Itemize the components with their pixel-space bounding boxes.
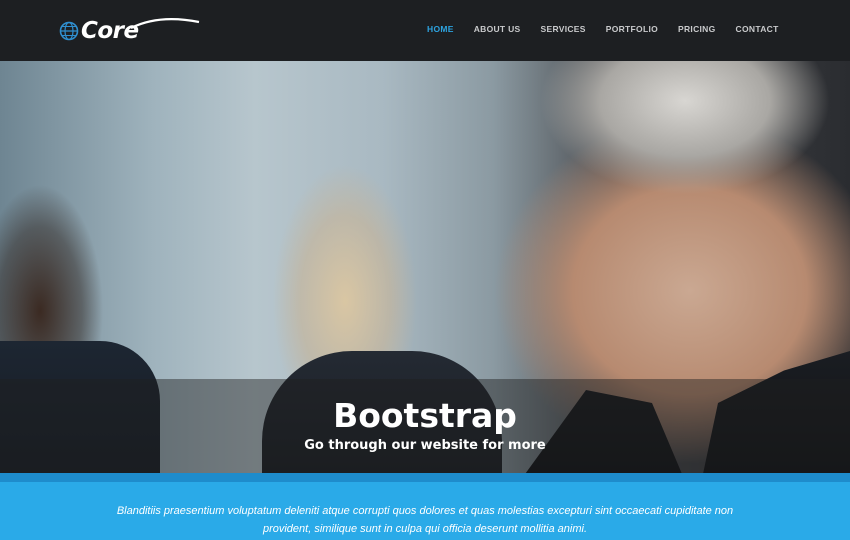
hero-title: Bootstrap [333,396,517,435]
hero-subtitle: Go through our website for more [304,438,546,453]
nav-home[interactable]: HOME [427,24,454,34]
intro-band: Blanditiis praesentium voluptatum deleni… [0,482,850,540]
intro-text: Blanditiis praesentium voluptatum deleni… [116,505,734,535]
hero-divider [0,473,850,482]
nav-services[interactable]: SERVICES [541,24,586,34]
globe-icon [59,21,79,41]
nav-contact[interactable]: CONTACT [736,24,779,34]
main-nav: HOME ABOUT US SERVICES PORTFOLIO PRICING… [427,24,799,34]
hero-slider[interactable]: Bootstrap Go through our website for mor… [0,61,850,473]
logo-swoosh [130,18,200,29]
brand-logo[interactable]: Core [59,14,200,48]
hero-caption: Bootstrap Go through our website for mor… [0,379,850,473]
nav-about-us[interactable]: ABOUT US [474,24,521,34]
nav-pricing[interactable]: PRICING [678,24,716,34]
hero-photo-hair [520,61,850,221]
navbar: Core HOME ABOUT US SERVICES PORTFOLIO PR… [0,0,850,61]
nav-portfolio[interactable]: PORTFOLIO [606,24,658,34]
